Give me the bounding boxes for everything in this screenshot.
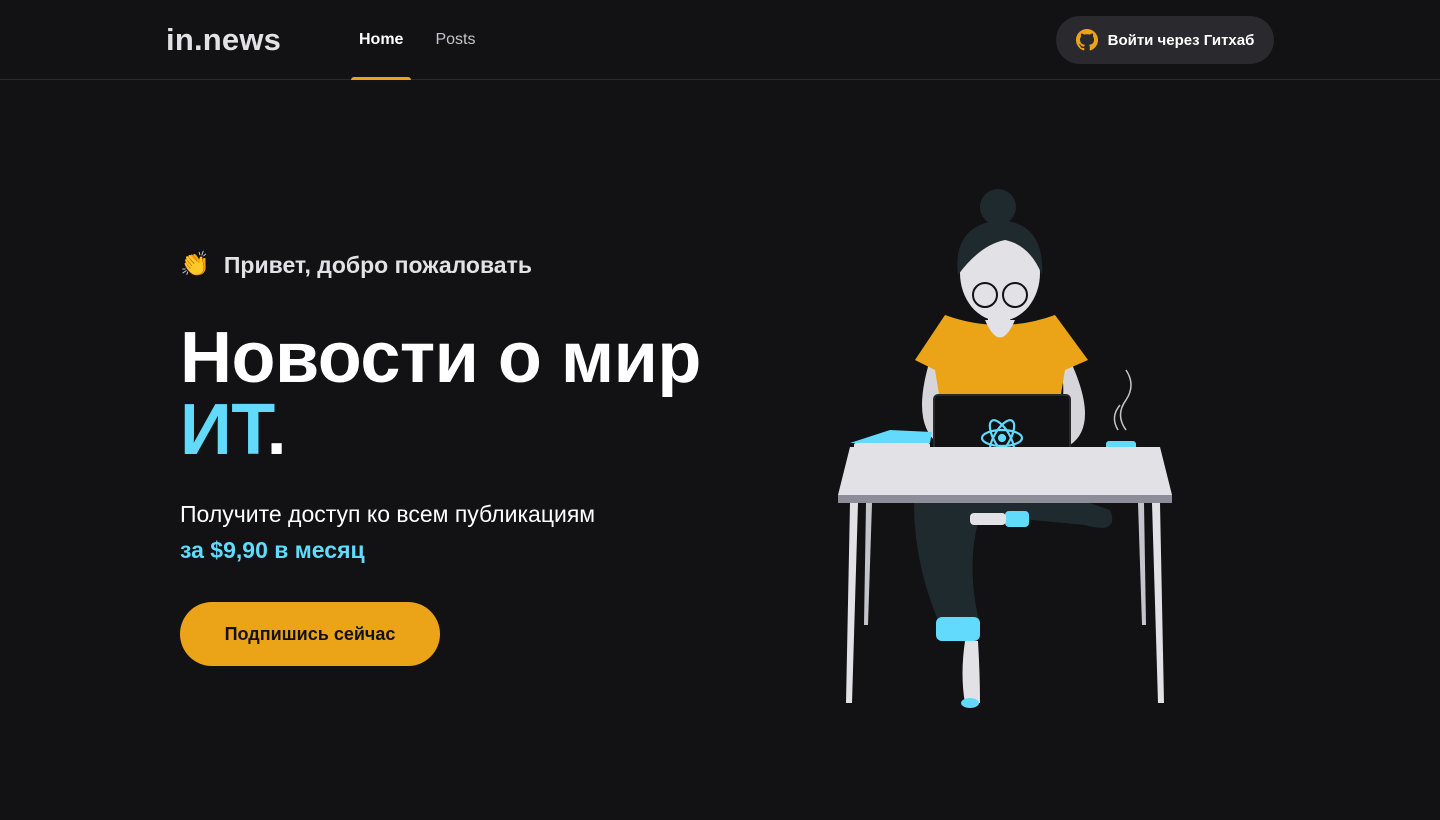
hero-title: Новости о мир ИТ.	[180, 322, 740, 466]
clapping-hands-icon: 👏	[180, 251, 210, 278]
github-signin-button[interactable]: Войти через Гитхаб	[1056, 16, 1274, 64]
lead-text: Получите доступ ко всем публикациям	[180, 501, 596, 527]
hero-title-dot: .	[266, 390, 287, 470]
woman-at-laptop-illustration	[838, 189, 1172, 708]
signin-label: Войти через Гитхаб	[1107, 31, 1255, 49]
nav-home-link[interactable]: Home	[351, 0, 412, 80]
subscribe-button[interactable]: Подпишись сейчас	[180, 602, 440, 666]
top-header: in.news Home Posts Войти через Гитхаб	[0, 0, 1440, 80]
hero-title-accent: ИТ	[180, 390, 267, 470]
greeting-text: Привет, добро пожаловать	[223, 251, 532, 278]
hero-lead: Получите доступ ко всем публикациям за $…	[180, 496, 740, 568]
hero-section: 👏 Привет, добро пожаловать Новости о мир…	[180, 240, 740, 666]
github-icon	[1075, 29, 1098, 51]
main-nav: Home Posts	[351, 0, 499, 80]
greeting: 👏 Привет, добро пожаловать	[180, 240, 740, 290]
nav-posts-link[interactable]: Posts	[427, 0, 483, 80]
hero-title-line1: Новости о мир	[180, 318, 701, 398]
site-logo[interactable]: in.news	[166, 22, 281, 58]
price-text: за $9,90 в месяц	[180, 537, 365, 563]
